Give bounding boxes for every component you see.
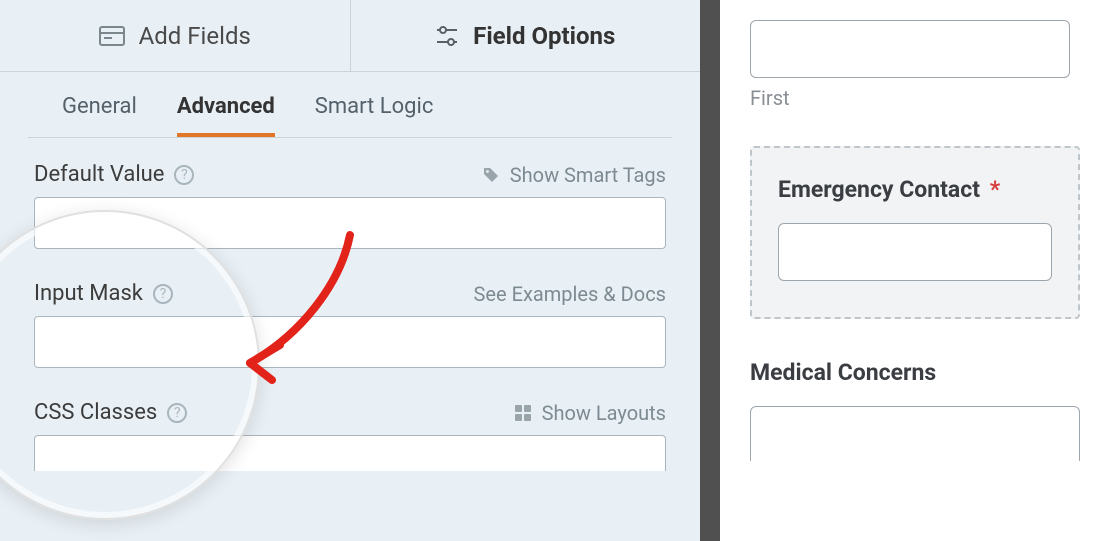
form-preview: First Emergency Contact * Medical Concer… xyxy=(720,0,1116,541)
sliders-icon xyxy=(435,25,459,47)
emergency-contact-input[interactable] xyxy=(778,223,1052,281)
medical-concerns-input[interactable] xyxy=(750,406,1080,461)
form-fields-icon xyxy=(99,26,125,46)
subtab-advanced[interactable]: Advanced xyxy=(177,94,275,137)
css-classes-input[interactable] xyxy=(34,435,666,471)
grid-icon xyxy=(514,404,532,422)
help-icon[interactable]: ? xyxy=(174,165,194,185)
first-name-sublabel: First xyxy=(750,86,1116,110)
subtab-smart-logic[interactable]: Smart Logic xyxy=(315,94,434,137)
help-icon[interactable]: ? xyxy=(167,403,187,423)
help-icon[interactable]: ? xyxy=(153,284,173,304)
input-mask-input[interactable] xyxy=(34,316,666,368)
setting-header: Input Mask ? See Examples & Docs xyxy=(34,281,666,306)
label-wrap: Default Value ? xyxy=(34,162,194,187)
setting-header: Default Value ? Show Smart Tags xyxy=(34,162,666,187)
emergency-title-text: Emergency Contact xyxy=(778,176,980,203)
tab-field-options-label: Field Options xyxy=(473,22,615,50)
tag-icon xyxy=(482,166,500,184)
medical-concerns-field[interactable]: Medical Concerns xyxy=(750,359,1080,461)
show-layouts-text: Show Layouts xyxy=(542,401,666,425)
show-smart-tags-link[interactable]: Show Smart Tags xyxy=(482,163,666,187)
setting-input-mask: Input Mask ? See Examples & Docs xyxy=(34,281,666,368)
label-wrap: CSS Classes ? xyxy=(34,400,187,425)
examples-docs-text: See Examples & Docs xyxy=(474,282,666,306)
subtab-general[interactable]: General xyxy=(62,94,137,137)
css-classes-label: CSS Classes xyxy=(34,400,157,425)
setting-css-classes: CSS Classes ? Show Layouts xyxy=(34,400,666,471)
sub-tabs: General Advanced Smart Logic xyxy=(28,72,672,138)
label-wrap: Input Mask ? xyxy=(34,281,173,306)
emergency-contact-label: Emergency Contact * xyxy=(778,176,1052,203)
tab-add-fields[interactable]: Add Fields xyxy=(0,0,351,71)
required-star: * xyxy=(990,176,1000,203)
emergency-contact-field[interactable]: Emergency Contact * xyxy=(750,146,1080,319)
medical-concerns-label: Medical Concerns xyxy=(750,359,1080,386)
see-examples-link[interactable]: See Examples & Docs xyxy=(474,282,666,306)
show-layouts-link[interactable]: Show Layouts xyxy=(514,401,666,425)
top-tabs: Add Fields Field Options xyxy=(0,0,700,72)
default-value-label: Default Value xyxy=(34,162,164,187)
tab-add-fields-label: Add Fields xyxy=(139,22,251,50)
setting-header: CSS Classes ? Show Layouts xyxy=(34,400,666,425)
default-value-input[interactable] xyxy=(34,197,666,249)
first-name-input[interactable] xyxy=(750,20,1070,78)
advanced-settings: Default Value ? Show Smart Tags Input Ma… xyxy=(0,138,700,503)
setting-default-value: Default Value ? Show Smart Tags xyxy=(34,162,666,249)
tab-field-options[interactable]: Field Options xyxy=(351,0,701,71)
smart-tags-text: Show Smart Tags xyxy=(510,163,666,187)
panel-divider xyxy=(700,0,720,541)
field-options-panel: Add Fields Field Options General Advance… xyxy=(0,0,700,541)
input-mask-label: Input Mask xyxy=(34,281,143,306)
